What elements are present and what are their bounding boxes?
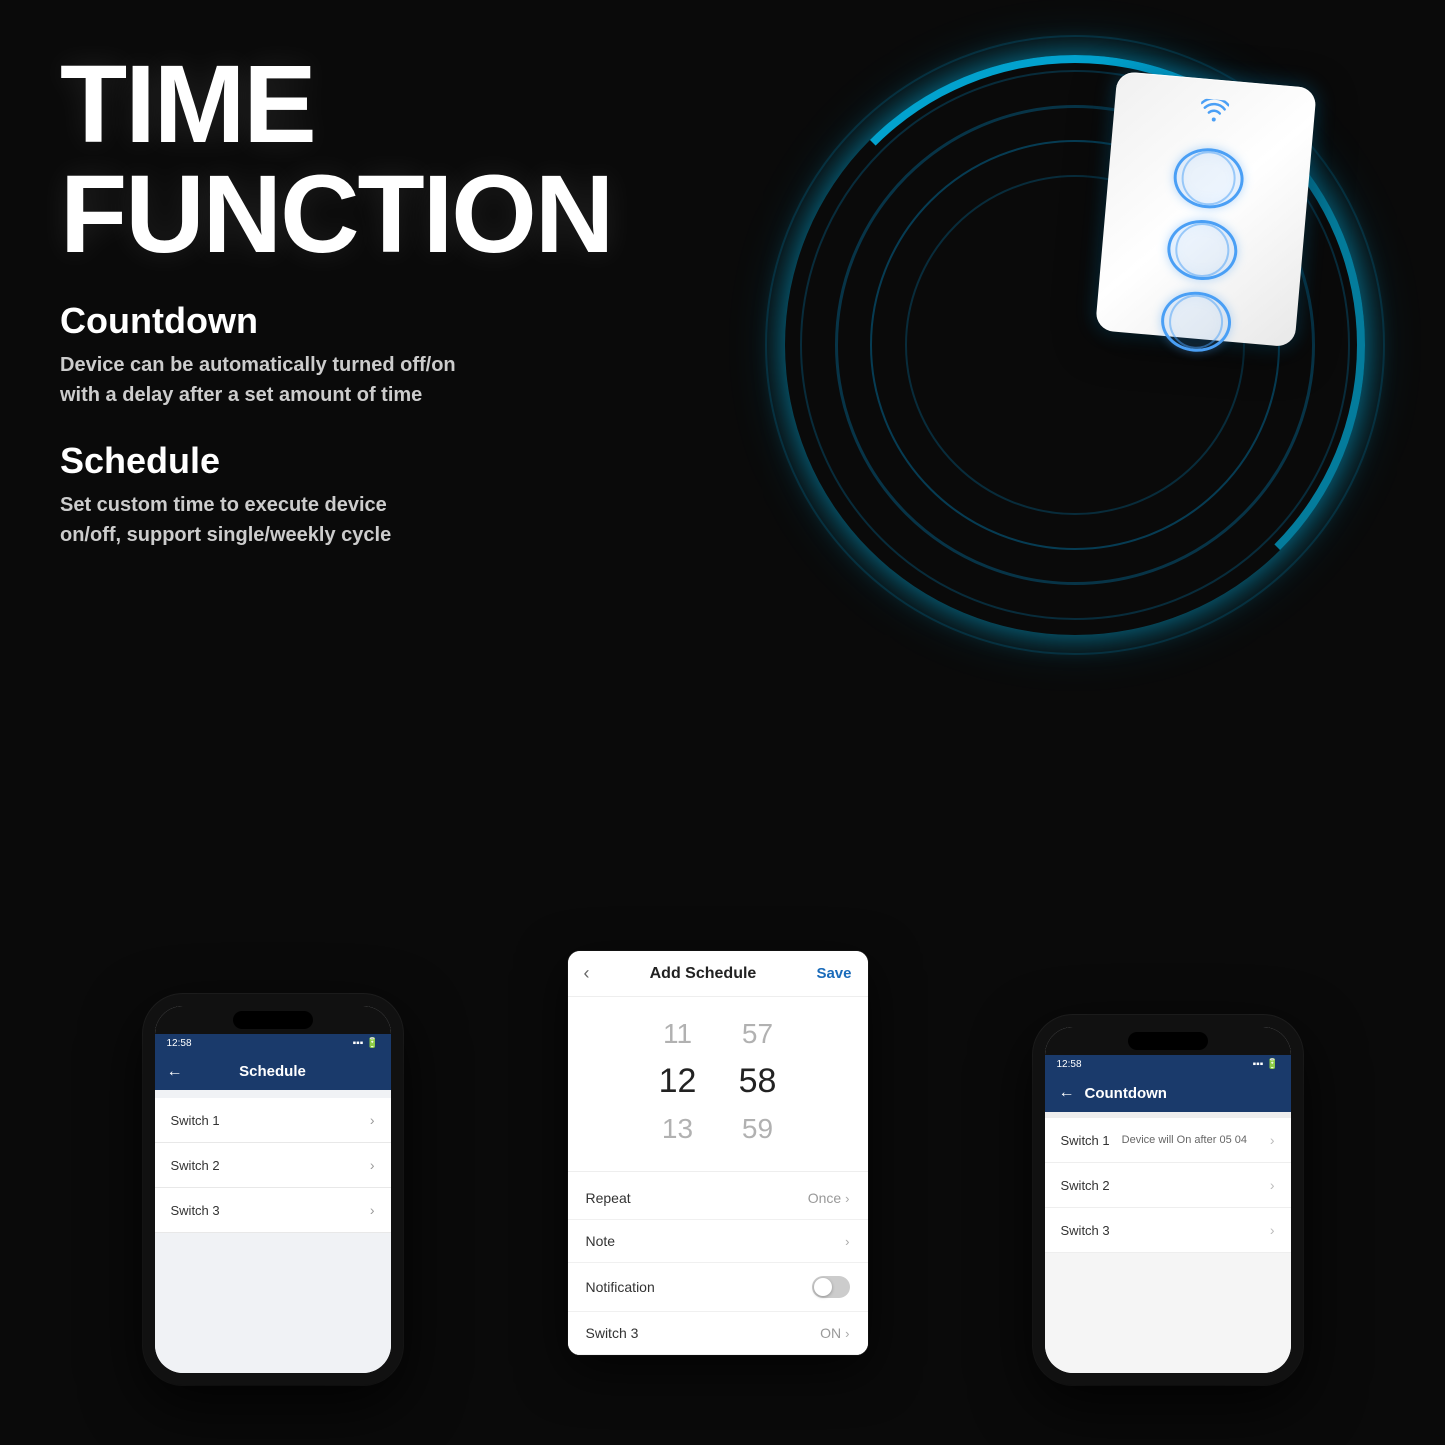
countdown-item-3[interactable]: Switch 3 › [1045,1208,1291,1253]
time-row-2: 12 58 [568,1056,868,1107]
text-content: TIME FUNCTION Countdown Device can be au… [60,50,560,550]
item-left: Switch 2 [1061,1178,1110,1193]
schedule-desc: Set custom time to execute device on/off… [60,490,560,550]
back-button[interactable]: ← [1059,1084,1075,1102]
chevron-icon: › [845,1326,849,1341]
device-button-1 [1171,145,1246,211]
list-item[interactable]: Switch 1 › [155,1098,391,1143]
phone-countdown-screen: 12:58 ▪▪▪ 🔋 ← Countdown Switch 1 Device … [1045,1027,1291,1373]
list-item[interactable]: Switch 2 › [155,1143,391,1188]
phone-schedule: 12:58 ▪▪▪ 🔋 ← Schedule Switch 1 › Switch… [143,994,403,1385]
chevron-icon: › [845,1234,849,1249]
countdown-item-2[interactable]: Switch 2 › [1045,1163,1291,1208]
status-bar: 12:58 ▪▪▪ 🔋 [155,1034,391,1053]
phone-notch [1045,1027,1291,1055]
schedule-heading: Schedule [60,440,560,482]
item-left: Switch 3 [1061,1223,1110,1238]
notification-toggle[interactable] [812,1276,850,1298]
wifi-icon [1199,98,1229,128]
note-row[interactable]: Note › [568,1220,868,1263]
list-empty-area [155,1233,391,1373]
save-button[interactable]: Save [816,965,851,982]
signal-icons: ▪▪▪ 🔋 [353,1038,379,1049]
divider [568,1171,868,1172]
signal-icons: ▪▪▪ 🔋 [1253,1059,1279,1070]
smart-switch-device [1093,71,1337,369]
phone-add-schedule: ‹ Add Schedule Save 11 57 12 58 13 [568,951,868,1355]
chevron-icon: › [370,1202,375,1218]
schedule-header-bar: ‹ Add Schedule Save [568,951,868,997]
countdown-title: Countdown [1085,1085,1167,1102]
device-body [1095,71,1317,347]
notification-row[interactable]: Notification [568,1263,868,1312]
schedule-header: ← Schedule [155,1053,391,1090]
header-title: Schedule [239,1063,306,1080]
time-row-3: 13 59 [568,1107,868,1151]
notch-pill [1128,1032,1208,1050]
countdown-desc: Device can be automatically turned off/o… [60,350,560,410]
countdown-item-1[interactable]: Switch 1 Device will On after 05 04 › [1045,1118,1291,1163]
list-item[interactable]: Switch 3 › [155,1188,391,1233]
time-row-1: 11 57 [568,1012,868,1056]
device-button-2 [1165,217,1240,283]
phones-area: 12:58 ▪▪▪ 🔋 ← Schedule Switch 1 › Switch… [0,951,1445,1385]
empty-area [1045,1253,1291,1373]
chevron-icon: › [1270,1222,1275,1238]
back-button[interactable]: ← [167,1063,183,1081]
chevron-icon: › [845,1191,849,1206]
chevron-icon: › [1270,1177,1275,1193]
repeat-row[interactable]: Repeat Once › [568,1177,868,1220]
switch3-row[interactable]: Switch 3 ON › [568,1312,868,1355]
countdown-header: ← Countdown [1045,1074,1291,1112]
countdown-heading: Countdown [60,300,560,342]
schedule-title: Add Schedule [650,965,757,983]
time-picker[interactable]: 11 57 12 58 13 59 [568,997,868,1166]
chevron-icon: › [370,1112,375,1128]
add-schedule-screen: ‹ Add Schedule Save 11 57 12 58 13 [568,951,868,1355]
back-icon[interactable]: ‹ [584,963,590,984]
main-title: TIME FUNCTION [60,50,560,270]
device-button-3 [1159,289,1234,355]
notch-pill [233,1011,313,1029]
chevron-icon: › [1270,1132,1275,1148]
phone-notch [155,1006,391,1034]
phone-countdown: 12:58 ▪▪▪ 🔋 ← Countdown Switch 1 Device … [1033,1015,1303,1385]
list-spacer [155,1090,391,1098]
chevron-icon: › [370,1157,375,1173]
phone-schedule-screen: 12:58 ▪▪▪ 🔋 ← Schedule Switch 1 › Switch… [155,1006,391,1373]
toggle-knob [814,1278,832,1296]
item-left: Switch 1 Device will On after 05 04 [1061,1133,1247,1148]
status-bar: 12:58 ▪▪▪ 🔋 [1045,1055,1291,1074]
